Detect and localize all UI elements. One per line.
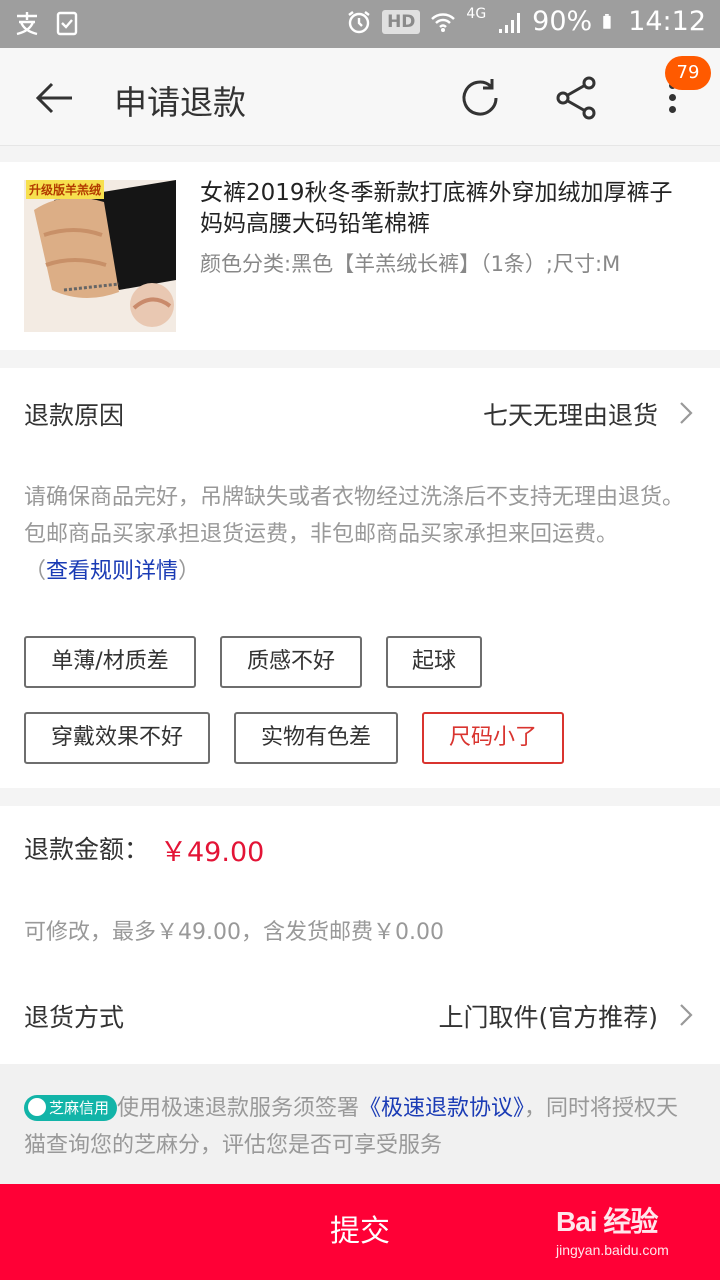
refund-amount-section: 退款金额： ￥49.00 可修改，最多￥49.00，含发货邮费￥0.00 退货方…: [0, 806, 720, 1064]
status-bar: HD 4G 90% 14:12: [0, 0, 720, 48]
back-arrow-icon[interactable]: [32, 78, 76, 118]
alipay-icon: [16, 12, 38, 36]
refund-reason-row[interactable]: 退款原因 七天无理由退货: [0, 368, 720, 458]
refund-reason-value: 七天无理由退货: [482, 401, 658, 430]
refund-notice: 请确保商品完好，吊牌缺失或者衣物经过洗涤后不支持无理由退货。包邮商品买家承担退货…: [24, 479, 704, 590]
rules-paren-close: ）: [178, 559, 201, 584]
refund-notice-text: 请确保商品完好，吊牌缺失或者衣物经过洗涤后不支持无理由退货。包邮商品买家承担退货…: [24, 485, 685, 547]
reason-tag[interactable]: 起球: [386, 636, 482, 688]
zhima-credit-notice: 芝麻信用 使用极速退款服务须签署《极速退款协议》，同时将授权天猫查询您的芝麻分，评…: [0, 1064, 720, 1184]
refund-reason-section: 退款原因 七天无理由退货 请确保商品完好，吊牌缺失或者衣物经过洗涤后不支持无理由…: [0, 368, 720, 788]
reason-tag[interactable]: 质感不好: [220, 636, 362, 688]
battery-percent: 90%: [532, 6, 593, 37]
page-title: 申请退款: [114, 83, 246, 122]
alarm-icon: [348, 10, 370, 33]
product-title: 女裤2019秋冬季新款打底裤外穿加绒加厚裤子妈妈高腰大码铅笔棉裤: [200, 180, 673, 237]
return-method-row[interactable]: 退货方式 上门取件(官方推荐): [0, 976, 720, 1056]
zhima-text-before: 使用极速退款服务须签署: [117, 1096, 360, 1121]
refresh-icon[interactable]: [456, 74, 504, 122]
share-icon[interactable]: [553, 74, 601, 122]
signal-icon: [499, 12, 521, 33]
product-thumbnail[interactable]: 升级版羊羔绒: [24, 180, 176, 332]
chevron-right-icon: [680, 1004, 693, 1026]
refund-amount-hint: 可修改，最多￥49.00，含发货邮费￥0.00: [24, 920, 444, 945]
reason-tag-selected[interactable]: 尺码小了: [422, 712, 564, 764]
thumbnail-label: 升级版羊羔绒: [26, 180, 105, 199]
message-count-badge: 79: [665, 56, 711, 90]
refund-amount-value[interactable]: ￥49.00: [160, 830, 264, 869]
rules-detail-link[interactable]: 查看规则详情: [46, 559, 178, 584]
zhima-credit-badge: 芝麻信用: [24, 1095, 118, 1121]
zhima-logo-icon: [28, 1098, 46, 1116]
refund-reason-label: 退款原因: [24, 401, 125, 430]
product-image: [24, 180, 176, 332]
wifi-icon: [431, 12, 456, 32]
chevron-right-icon: [680, 402, 693, 424]
reason-tag[interactable]: 实物有色差: [234, 712, 398, 764]
zhima-badge-label: 芝麻信用: [49, 1099, 110, 1117]
rules-paren-open: （: [24, 559, 47, 584]
reason-tag[interactable]: 穿戴效果不好: [24, 712, 210, 764]
clipboard-check-icon: [56, 11, 78, 36]
watermark-logo: Bai 经验: [556, 1206, 658, 1237]
network-type: 4G: [466, 5, 487, 22]
fast-refund-agreement-link[interactable]: 《极速退款协议》: [359, 1096, 524, 1121]
hd-badge: HD: [382, 9, 421, 34]
refund-amount-label: 退款金额：: [24, 835, 150, 864]
clock-time: 14:12: [628, 6, 706, 37]
return-method-value: 上门取件(官方推荐): [438, 1003, 658, 1032]
reason-tag[interactable]: 单薄/材质差: [24, 636, 196, 688]
app-bar: 申请退款: [0, 48, 720, 146]
watermark-url: jingyan.baidu.com: [556, 1242, 669, 1258]
product-card[interactable]: 升级版羊羔绒 女裤2019秋冬季新款打底裤外穿加绒加厚裤子妈妈高腰大码铅笔棉裤 …: [0, 162, 720, 350]
battery-icon: [603, 13, 611, 29]
baidu-jingyan-watermark: Bai 经验 jingyan.baidu.com: [556, 1200, 669, 1258]
return-method-label: 退货方式: [24, 1003, 125, 1032]
product-sku: 颜色分类:黑色【羊羔绒长裤】（1条）;尺寸:M: [200, 252, 621, 276]
